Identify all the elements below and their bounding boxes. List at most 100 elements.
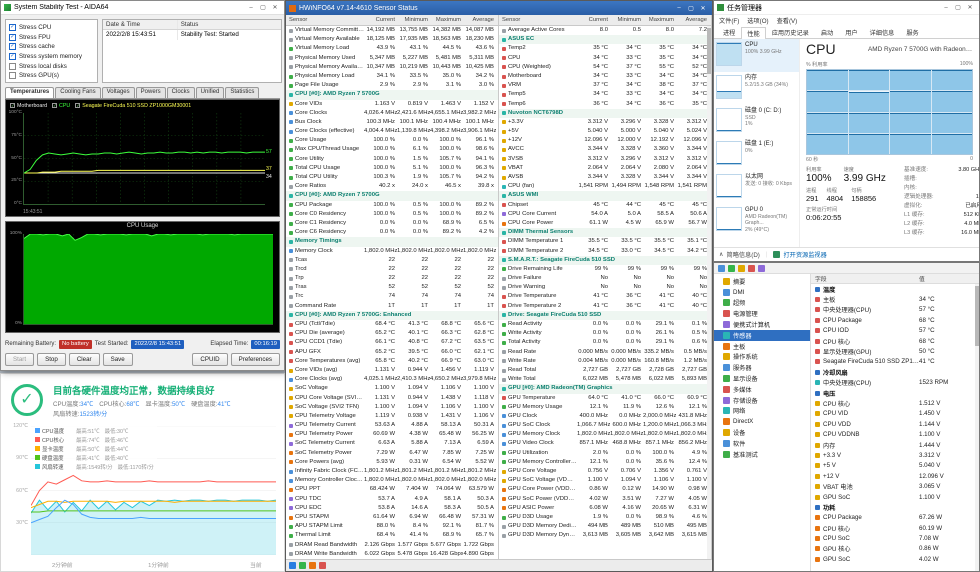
sensor-row[interactable]: SoC Voltage 1.100 V 1.094 V 1.106 V 1.100 V <box>286 384 498 393</box>
sensor-row[interactable]: GPU Utilization 2.0 % 0.0 % 100.0 % 4.9 % <box>499 449 711 458</box>
sensor-row[interactable]: GPU 核心 0.86 W <box>811 544 979 554</box>
sensor-row[interactable]: Drive Temperature 2 41 °C 36 °C 41 °C 40 °C <box>499 302 711 311</box>
sensor-row[interactable]: GPU Clock 400.0 MHz 0.0 MHz 2,000.0 MHz 431.… <box>499 412 711 421</box>
sensor-row[interactable]: GPU D3D Memory Dynamic 3,613 MB 3,605 MB 3,… <box>499 531 711 540</box>
sensor-row[interactable]: GPU Memory Usage 12.1 % 11.9 % 12.6 % 12.1 % <box>499 403 711 412</box>
sidebar-item-显示设备[interactable]: 显示设备 <box>714 373 810 384</box>
checkbox-icon[interactable]: ✓ <box>10 103 15 108</box>
alert-icon[interactable] <box>319 562 326 569</box>
sensor-row[interactable]: AVSB 3.344 V 3.328 V 3.344 V 3.344 V <box>499 173 711 182</box>
sensor-row[interactable]: CPU CCD1 (Tdie) 66.1 °C 40.8 °C 67.2 °C 63.5… <box>286 338 498 347</box>
legend-row[interactable]: 显卡温度 最高:50℃ 最低:44℃ <box>35 444 157 453</box>
tab-启动[interactable]: 启动 <box>815 26 839 38</box>
sensor-row[interactable]: CPU (fan) 1,541 RPM 1,494 RPM 1,548 RPM 1,54… <box>499 182 711 191</box>
sensor-row[interactable]: Seagate FireCuda 510 SSD ZP1000GM3000141… <box>811 357 979 367</box>
legend-item[interactable]: ✓ Seagate FireCuda 510 SSD ZP1000GM30001 <box>75 103 191 109</box>
column-header-current[interactable]: Current <box>364 17 397 23</box>
sensor-row[interactable]: Trc 74 74 74 74 <box>286 292 498 301</box>
checkbox-icon[interactable] <box>9 62 16 70</box>
sensor-row[interactable]: Temp2 35 °C 34 °C 35 °C 34 °C <box>499 44 711 53</box>
sensor-row[interactable]: +3.3V 3.312 V 3.296 V 3.328 V 3.312 V <box>499 118 711 127</box>
sensor-row[interactable]: DIMM Temperature 2 34.5 °C 33.0 °C 34.5 °C 3… <box>499 247 711 256</box>
sensor-row[interactable]: Tcas 22 22 22 22 <box>286 256 498 265</box>
sensor-row[interactable]: Physical Memory Available 10,347 MB 10,219… <box>286 63 498 72</box>
stress-option-row[interactable]: ✓ Stress system memory <box>9 52 94 62</box>
sensor-row[interactable]: +3.3 V 3.312 V <box>811 450 979 460</box>
tab-性能[interactable]: 性能 <box>741 27 766 39</box>
sensor-row[interactable]: Drive Remaining Life 99 % 99 % 99 % 99 % <box>499 265 711 274</box>
sensor-row[interactable]: SoC Telemetry Power 7.29 W 6.47 W 7.85 W 7.2… <box>286 449 498 458</box>
column-header-minimum[interactable]: Minimum <box>610 17 643 23</box>
sensor-group-row[interactable]: CPU [#0]: AMD Ryzen 7 5700G <box>286 90 498 100</box>
sensor-row[interactable]: Trcd 22 22 22 22 <box>286 265 498 274</box>
sensor-row[interactable]: CPU TDC 53.7 A 4.9 A 58.1 A 50.3 A <box>286 495 498 504</box>
tab-voltages[interactable]: Voltages <box>101 87 135 98</box>
sidebar-item-服务器[interactable]: 服务器 <box>714 362 810 373</box>
sensor-group-row[interactable]: S.M.A.R.T.: Seagate FireCuda 510 SSD <box>499 255 711 265</box>
tab-应用历史记录[interactable]: 应用历史记录 <box>766 26 815 38</box>
sidebar-item-GPU 0[interactable]: GPU 0 AMD Radeon(TM) Graph... 2% (49°C) <box>714 204 799 237</box>
sensor-row[interactable]: Core C1 Residency 0.0 % 0.0 % 68.9 % 6.5 % <box>286 219 498 228</box>
sensor-row[interactable]: +5 V 5.040 V <box>811 461 979 471</box>
sensor-row[interactable]: CPU STAPM 61.64 W 6.94 W 66.48 W 57.31 W <box>286 513 498 522</box>
test-info-row[interactable]: 2022/2/8 15:43:51 Stability Test: Starte… <box>103 30 281 40</box>
sensor-row[interactable]: CPU SoC 7.08 W <box>811 533 979 543</box>
sensor-group-row[interactable]: ASUS EC <box>499 35 711 45</box>
sensor-row[interactable]: Max CPU/Thread Usage 100.0 % 6.1 % 100.0 % 9… <box>286 145 498 154</box>
sensor-row[interactable]: CPU Telemetry Voltage 1.119 V 0.938 V 1.431… <box>286 412 498 421</box>
back-icon[interactable] <box>718 264 725 272</box>
sidebar-item-以太网[interactable]: 以太网 发送: 0 接收: 0 Kbps <box>714 171 799 204</box>
column-header-sensor[interactable]: Sensor <box>286 17 364 23</box>
tab-详细信息[interactable]: 详细信息 <box>864 26 901 38</box>
sidebar-item-便携式计算机[interactable]: 便携式计算机 <box>714 319 810 330</box>
sensor-row[interactable]: +12 V 12.096 V <box>811 471 979 481</box>
sensor-row[interactable]: AVCC 3.344 V 3.328 V 3.360 V 3.344 V <box>499 145 711 154</box>
sensor-row[interactable]: Write Activity 0.0 % 0.0 % 26.1 % 0.5 % <box>499 329 711 338</box>
sensor-row[interactable]: Read Total 2,727 GB 2,727 GB 2,728 GB 2,727 … <box>499 366 711 375</box>
sensor-row[interactable]: Total CPU Utility 100.3 % 1.9 % 105.7 % 94.2… <box>286 173 498 182</box>
sensor-row[interactable]: Physical Memory Load 34.1 % 33.5 % 35.0 % 34… <box>286 72 498 81</box>
sensor-row[interactable]: Core Utility 100.0 % 1.5 % 105.7 % 94.1 % <box>286 155 498 164</box>
sensor-row[interactable]: Core Clocks (avg) 4,025.1 MHz 2,410.3 MHz 4… <box>286 375 498 384</box>
stress-option-row[interactable]: Stress GPU(s) <box>9 71 94 81</box>
sensor-row[interactable]: SoC Voltage (SVI2 TFN) 1.100 V 1.094 V 1.10… <box>286 403 498 412</box>
sensor-row[interactable]: Virtual Memory Committed 14,192 MB 13,755 … <box>286 26 498 35</box>
sensor-row[interactable]: Temp6 36 °C 34 °C 36 °C 35 °C <box>499 100 711 109</box>
stress-option-row[interactable]: ✓ Stress FPU <box>9 33 94 43</box>
sensor-row[interactable]: Core VIDs (avg) 1.131 V 0.944 V 1.456 V 1.11… <box>286 366 498 375</box>
legend-row[interactable]: CPU核心 最高:74℃ 最低:46℃ <box>35 435 157 444</box>
sensor-row[interactable]: SoC Telemetry Current 6.63 A 5.88 A 7.13 A 6… <box>286 439 498 448</box>
sensor-row[interactable]: Drive Failure No No No No <box>499 274 711 283</box>
sensor-group-row[interactable]: Nuvoton NCT6798D <box>499 108 711 118</box>
fewer-details-button[interactable]: ∧ 简略信息(D) <box>719 250 760 259</box>
sensor-row[interactable]: Thermal Limit 68.4 % 41.4 % 68.9 % 65.7 % <box>286 531 498 540</box>
clear-button[interactable]: Clear <box>68 353 100 366</box>
sensor-row[interactable]: Total CPU Usage 100.0 % 5.1 % 100.0 % 96.3 % <box>286 164 498 173</box>
sensor-row[interactable]: Write Total 6,022 MB 5,478 MB 6,022 MB 5,893… <box>499 375 711 384</box>
sensor-row[interactable]: GPU Core Voltage 0.756 V 0.706 V 1.356 V 0.7… <box>499 467 711 476</box>
sensor-row[interactable]: GPU SoC Clock 1,066.7 MHz 600.0 MHz 1,200.0… <box>499 421 711 430</box>
preferences-button[interactable]: Preferences <box>230 353 280 366</box>
sidebar-item-设备[interactable]: 设备 <box>714 427 810 438</box>
sensor-row[interactable]: Temp5 34 °C 33 °C 34 °C 34 °C <box>499 90 711 99</box>
legend-row[interactable]: CPU温度 最高:51℃ 最低:30℃ <box>35 426 157 435</box>
sensor-row[interactable]: Bus Clock 100.3 MHz 100.1 MHz 100.4 MHz 100.… <box>286 118 498 127</box>
sensor-row[interactable]: APU GFX 65.2 °C 39.5 °C 66.0 °C 62.1 °C <box>286 348 498 357</box>
sensor-row[interactable]: Command Rate 1T 1T 1T 1T <box>286 302 498 311</box>
sidebar-item-磁盘 0 (C: D:)[interactable]: 磁盘 0 (C: D:) SSD 1% <box>714 105 799 138</box>
sensor-row[interactable]: VBAT 2.064 V 2.064 V 2.080 V 2.064 V <box>499 164 711 173</box>
stop-button[interactable]: Stop <box>37 353 66 366</box>
stress-option-row[interactable]: Stress local disks <box>9 61 94 71</box>
sidebar-item-网络[interactable]: 网络 <box>714 406 810 417</box>
open-resource-monitor-link[interactable]: 打开资源监视器 <box>773 250 827 259</box>
refresh-icon[interactable] <box>289 562 296 569</box>
sensor-row[interactable]: GPU D3D Memory Dedicated 494 MB 489 MB 510 … <box>499 522 711 531</box>
sensor-row[interactable]: CPU Package 67.26 W <box>811 513 979 523</box>
sensor-row[interactable]: CPU Telemetry Power 60.69 W 4.38 W 65.48 W 5… <box>286 430 498 439</box>
sensor-row[interactable]: Core VIDs 1.163 V 0.819 V 1.463 V 1.152 V <box>286 100 498 109</box>
sensor-row[interactable]: CPU PPT 68.424 W 7.404 W 74.064 W 63.579 W <box>286 485 498 494</box>
sidebar-item-存储设备[interactable]: 存储设备 <box>714 395 810 406</box>
sensor-row[interactable]: VBAT 电池 3.065 V <box>811 481 979 491</box>
sensor-row[interactable]: CPU VID 1.450 V <box>811 409 979 419</box>
sensor-row[interactable]: DRAM Read Bandwidth 2.126 Gbps 1.577 Gbps 5… <box>286 541 498 550</box>
